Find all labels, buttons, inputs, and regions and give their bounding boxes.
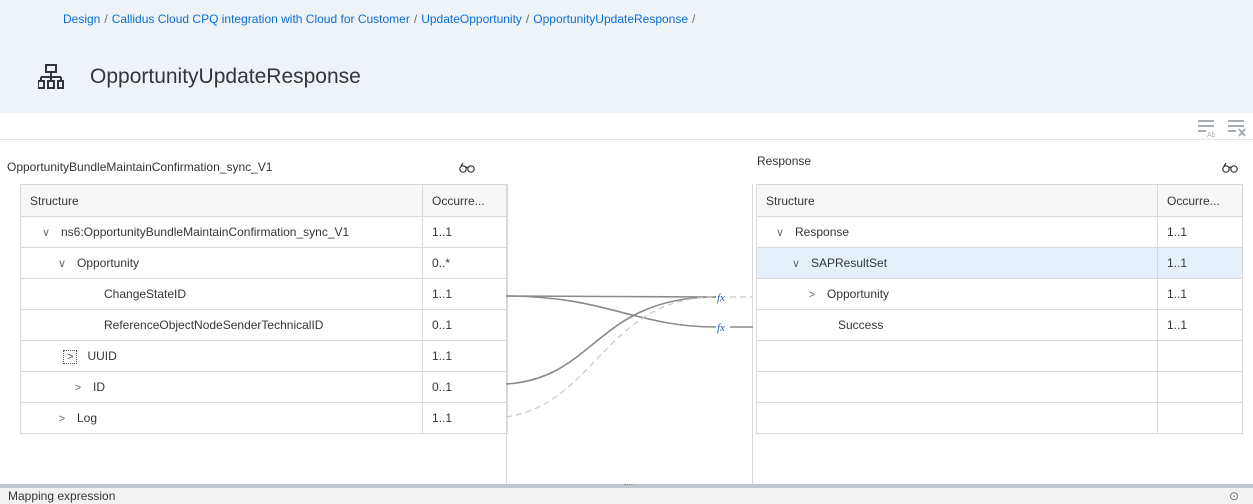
occurrence-value: 1..1 [422, 216, 508, 248]
column-header-occurrence[interactable]: Occurre... [422, 184, 508, 217]
table-row[interactable]: Success 1..1 [756, 309, 1243, 341]
table-row[interactable]: ∨ Opportunity 0..* [20, 247, 508, 279]
chevron-down-icon[interactable]: ∨ [41, 226, 51, 239]
table-row[interactable]: > ID 0..1 [20, 371, 508, 403]
node-label: ReferenceObjectNodeSenderTechnicalID [104, 318, 324, 332]
table-row[interactable]: ∨ ns6:OpportunityBundleMaintainConfirmati… [20, 216, 508, 248]
breadcrumb: Design / Callidus Cloud CPQ integration wi… [63, 12, 699, 26]
occurrence-value: 1..1 [422, 340, 508, 372]
breadcrumb-separator: / [104, 12, 108, 26]
target-structure-table: Structure Occurre... ∨ Response 1..1 ∨ SAP… [756, 184, 1243, 434]
function-icon[interactable]: fx [717, 322, 725, 334]
source-structure-title: OpportunityBundleMaintainConfirmation_sy… [7, 160, 273, 174]
expand-icon[interactable]: ⊙ [1229, 489, 1239, 503]
node-label: SAPResultSet [811, 256, 888, 270]
table-row[interactable]: ∨ SAPResultSet 1..1 [756, 247, 1243, 279]
breadcrumb-item-mapping[interactable]: OpportunityUpdateResponse [533, 12, 688, 26]
occurrence-value: 1..1 [422, 278, 508, 310]
divider [0, 139, 1253, 140]
mapping-expression-panel: Mapping expression ⊙ [0, 488, 1253, 504]
occurrence-value: 1..1 [1157, 216, 1243, 248]
breadcrumb-separator: / [692, 12, 696, 26]
node-label: Response [795, 225, 850, 239]
node-label: ID [93, 380, 105, 394]
clear-list-icon[interactable] [1226, 118, 1248, 138]
glasses-icon[interactable] [1222, 162, 1238, 174]
occurrence-value: 1..1 [1157, 278, 1243, 310]
svg-text:Ab: Ab [1207, 132, 1216, 138]
table-row[interactable]: > Opportunity 1..1 [756, 278, 1243, 310]
table-row[interactable]: ∨ Response 1..1 [756, 216, 1243, 248]
occurrence-value: 1..1 [1157, 309, 1243, 341]
breadcrumb-item-design[interactable]: Design [63, 12, 100, 26]
table-row [756, 340, 1243, 372]
splitter-grip[interactable] [624, 484, 634, 487]
mapping-line[interactable] [506, 295, 717, 328]
occurrence-value: 1..1 [422, 402, 508, 434]
chevron-down-icon[interactable]: ∨ [775, 226, 785, 239]
occurrence-value: 0..1 [422, 371, 508, 403]
table-row[interactable]: ReferenceObjectNodeSenderTechnicalID 0..… [20, 309, 508, 341]
mapping-expression-label: Mapping expression [8, 489, 116, 503]
table-row [756, 402, 1243, 434]
column-header-structure[interactable]: Structure [756, 184, 1158, 217]
breadcrumb-item-package[interactable]: Callidus Cloud CPQ integration with Clou… [112, 12, 410, 26]
chevron-right-icon[interactable]: > [807, 289, 817, 301]
table-row[interactable]: ChangeStateID 1..1 [20, 278, 508, 310]
text-format-icon[interactable]: Ab [1196, 118, 1218, 138]
node-label: Log [77, 411, 98, 425]
function-icon[interactable]: fx [717, 292, 725, 304]
chevron-down-icon[interactable]: ∨ [791, 257, 801, 270]
node-label: Opportunity [827, 287, 890, 301]
table-row[interactable]: > Log 1..1 [20, 402, 508, 434]
table-row[interactable]: > UUID 1..1 [20, 340, 508, 372]
source-structure-table: Structure Occurre... ∨ ns6:OpportunityBun… [20, 184, 508, 434]
occurrence-value: 0..* [422, 247, 508, 279]
hierarchy-icon [38, 64, 64, 89]
breadcrumb-separator: / [525, 12, 530, 26]
node-label: Opportunity [77, 256, 140, 270]
breadcrumb-item-iflow[interactable]: UpdateOpportunity [421, 12, 522, 26]
chevron-down-icon[interactable]: ∨ [57, 257, 67, 270]
node-label: Success [838, 318, 884, 332]
chevron-right-icon[interactable]: > [73, 382, 83, 394]
node-label: ChangeStateID [104, 287, 187, 301]
glasses-icon[interactable] [459, 162, 475, 174]
mapping-line-dashed[interactable] [506, 296, 717, 418]
target-structure-title: Response [757, 154, 812, 168]
chevron-right-icon[interactable]: > [57, 413, 67, 425]
mapping-lines: fx fx [506, 292, 753, 418]
node-label: ns6:OpportunityBundleMaintainConfirmatio… [61, 225, 350, 239]
table-row [756, 371, 1243, 403]
breadcrumb-separator: / [413, 12, 418, 26]
column-header-structure[interactable]: Structure [20, 184, 423, 217]
column-header-occurrence[interactable]: Occurre... [1157, 184, 1243, 217]
occurrence-value: 1..1 [1157, 247, 1243, 279]
node-label: UUID [87, 348, 117, 363]
chevron-right-icon[interactable]: > [63, 349, 78, 364]
page-header: Design / Callidus Cloud CPQ integration wi… [0, 0, 1253, 113]
page-title: OpportunityUpdateResponse [90, 65, 361, 88]
occurrence-value: 0..1 [422, 309, 508, 341]
